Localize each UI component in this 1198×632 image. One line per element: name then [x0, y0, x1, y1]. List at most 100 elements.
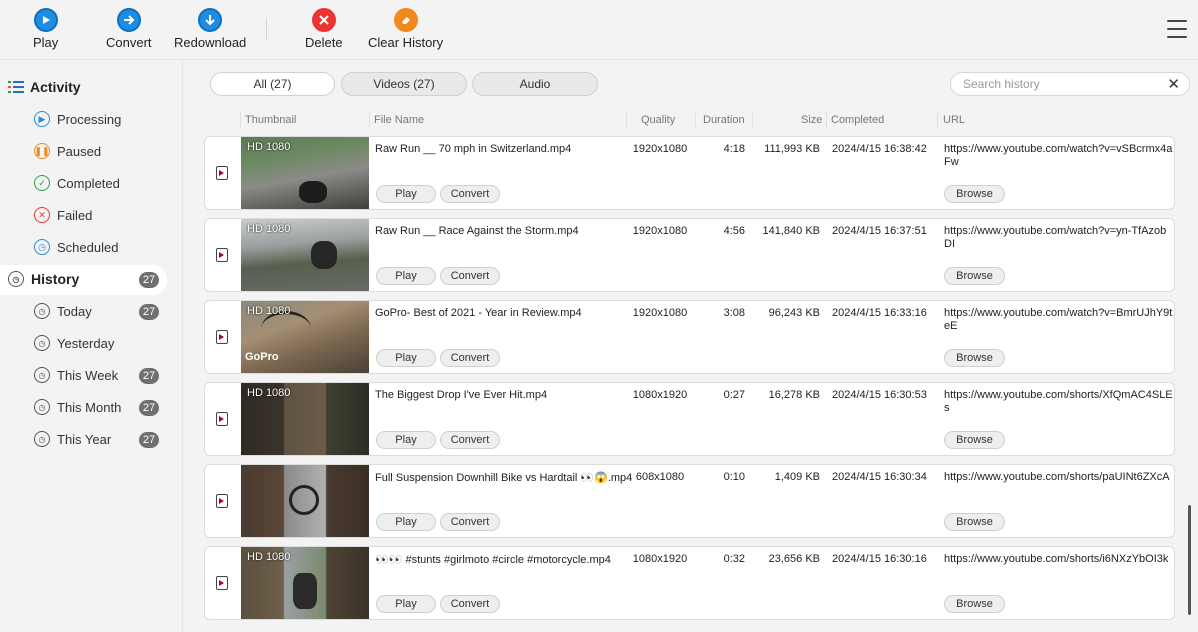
video-file-icon [216, 248, 228, 262]
column-size[interactable]: Size [801, 114, 822, 126]
row-convert-button[interactable]: Convert [440, 431, 500, 449]
clock-icon: ◷ [34, 239, 50, 255]
quality-badge: HD 1080 [247, 305, 291, 317]
table-row[interactable]: HD 1080 Raw Run __ Race Against the Stor… [204, 218, 1175, 292]
column-thumbnail[interactable]: Thumbnail [245, 114, 296, 126]
table-row[interactable]: HD 1080 👀👀 #stunts #girlmoto #circle #mo… [204, 546, 1175, 620]
row-browse-button[interactable]: Browse [944, 185, 1005, 203]
history-icon: ◷ [34, 431, 50, 447]
search-box: ✕ [950, 72, 1190, 96]
completed-time: 2024/4/15 16:30:16 [832, 553, 927, 565]
quality-value: 1920x1080 [632, 307, 688, 319]
clear-search-icon[interactable]: ✕ [1167, 75, 1180, 93]
row-browse-button[interactable]: Browse [944, 349, 1005, 367]
size-value: 96,243 KB [768, 307, 820, 319]
row-browse-button[interactable]: Browse [944, 267, 1005, 285]
row-browse-button[interactable]: Browse [944, 513, 1005, 531]
delete-x-icon [311, 8, 336, 32]
row-convert-button[interactable]: Convert [440, 595, 500, 613]
hamburger-menu-icon[interactable] [1167, 20, 1187, 38]
quality-value: 1920x1080 [632, 143, 688, 155]
file-name: GoPro- Best of 2021 - Year in Review.mp4 [375, 307, 582, 319]
completed-time: 2024/4/15 16:33:16 [832, 307, 927, 319]
size-value: 1,409 KB [774, 471, 820, 483]
sidebar: Activity ▶ Processing ❚❚ Paused ✓ Comple… [0, 60, 183, 632]
quality-value: 608x1080 [635, 471, 685, 483]
sidebar-item-completed[interactable]: ✓ Completed [34, 175, 120, 191]
tab-videos[interactable]: Videos (27) [341, 72, 467, 96]
clear-history-label: Clear History [368, 35, 444, 50]
column-duration[interactable]: Duration [703, 114, 745, 126]
failed-x-icon: ✕ [34, 207, 50, 223]
sidebar-item-processing[interactable]: ▶ Processing [34, 111, 121, 127]
url-text: https://www.youtube.com/shorts/XfQmAC4SL… [944, 389, 1173, 414]
row-play-button[interactable]: Play [376, 431, 436, 449]
sidebar-item-this-year[interactable]: ◷ This Year [34, 431, 111, 447]
row-browse-button[interactable]: Browse [944, 595, 1005, 613]
sidebar-item-yesterday[interactable]: ◷ Yesterday [34, 335, 114, 351]
column-divider [937, 112, 938, 128]
quality-value: 1080x1920 [632, 389, 688, 401]
row-play-button[interactable]: Play [376, 513, 436, 531]
file-name: Raw Run __ Race Against the Storm.mp4 [375, 225, 579, 237]
size-value: 141,840 KB [762, 225, 821, 237]
row-play-button[interactable]: Play [376, 185, 436, 203]
sidebar-item-scheduled[interactable]: ◷ Scheduled [34, 239, 118, 255]
clear-history-button[interactable]: Clear History [368, 8, 443, 50]
activity-header[interactable]: Activity [8, 79, 81, 95]
this-year-label: This Year [57, 431, 112, 447]
scrollbar[interactable] [1188, 505, 1191, 615]
history-icon: ◷ [34, 335, 50, 351]
row-convert-button[interactable]: Convert [440, 349, 500, 367]
tab-all[interactable]: All (27) [210, 72, 335, 96]
row-browse-button[interactable]: Browse [944, 431, 1005, 449]
completed-time: 2024/4/15 16:38:42 [832, 143, 927, 155]
yesterday-label: Yesterday [57, 335, 115, 351]
row-play-button[interactable]: Play [376, 595, 436, 613]
column-completed[interactable]: Completed [831, 114, 884, 126]
this-month-label: This Month [57, 399, 122, 415]
duration-value: 0:32 [723, 553, 745, 565]
column-file-name[interactable]: File Name [374, 114, 424, 126]
column-quality[interactable]: Quality [641, 114, 675, 126]
play-button[interactable]: Play [33, 8, 58, 50]
toolbar: Play Convert Redownload Delete Clear His… [0, 0, 1198, 60]
size-value: 16,278 KB [768, 389, 820, 401]
sidebar-item-this-month[interactable]: ◷ This Month [34, 399, 121, 415]
table-row[interactable]: Full Suspension Downhill Bike vs Hardtai… [204, 464, 1175, 538]
table-row[interactable]: HD 1080 GoPro GoPro- Best of 2021 - Year… [204, 300, 1175, 374]
column-divider [626, 112, 627, 128]
thumbnail-image: HD 1080 [241, 219, 369, 291]
sidebar-item-this-week[interactable]: ◷ This Week [34, 367, 118, 383]
completed-time: 2024/4/15 16:37:51 [832, 225, 927, 237]
duration-value: 3:08 [723, 307, 745, 319]
delete-button[interactable]: Delete [305, 8, 343, 50]
quality-badge: HD 1080 [247, 387, 291, 399]
thumbnail-image: HD 1080 [241, 547, 369, 619]
search-input[interactable] [963, 77, 1163, 91]
redownload-button[interactable]: Redownload [174, 8, 246, 50]
url-text: https://www.youtube.com/shorts/paUINt6ZX… [944, 471, 1170, 483]
history-header[interactable]: ◷ History [8, 271, 79, 287]
row-play-button[interactable]: Play [376, 349, 436, 367]
sidebar-item-today[interactable]: ◷ Today [34, 303, 92, 319]
quality-badge: HD 1080 [247, 551, 291, 563]
column-divider [240, 112, 241, 128]
quality-value: 1080x1920 [632, 553, 688, 565]
sidebar-item-paused[interactable]: ❚❚ Paused [34, 143, 101, 159]
table-row[interactable]: HD 1080 Raw Run __ 70 mph in Switzerland… [204, 136, 1175, 210]
row-convert-button[interactable]: Convert [440, 267, 500, 285]
url-text: https://www.youtube.com/shorts/i6NXzYbOI… [944, 553, 1169, 565]
today-count-badge: 27 [139, 304, 159, 320]
table-row[interactable]: HD 1080 The Biggest Drop I've Ever Hit.m… [204, 382, 1175, 456]
row-convert-button[interactable]: Convert [440, 513, 500, 531]
tab-audio[interactable]: Audio [472, 72, 598, 96]
convert-button[interactable]: Convert [106, 8, 152, 50]
sidebar-item-failed[interactable]: ✕ Failed [34, 207, 92, 223]
play-icon [33, 8, 58, 32]
quality-value: 1920x1080 [632, 225, 688, 237]
column-url[interactable]: URL [943, 114, 965, 126]
duration-value: 0:27 [723, 389, 745, 401]
row-play-button[interactable]: Play [376, 267, 436, 285]
row-convert-button[interactable]: Convert [440, 185, 500, 203]
